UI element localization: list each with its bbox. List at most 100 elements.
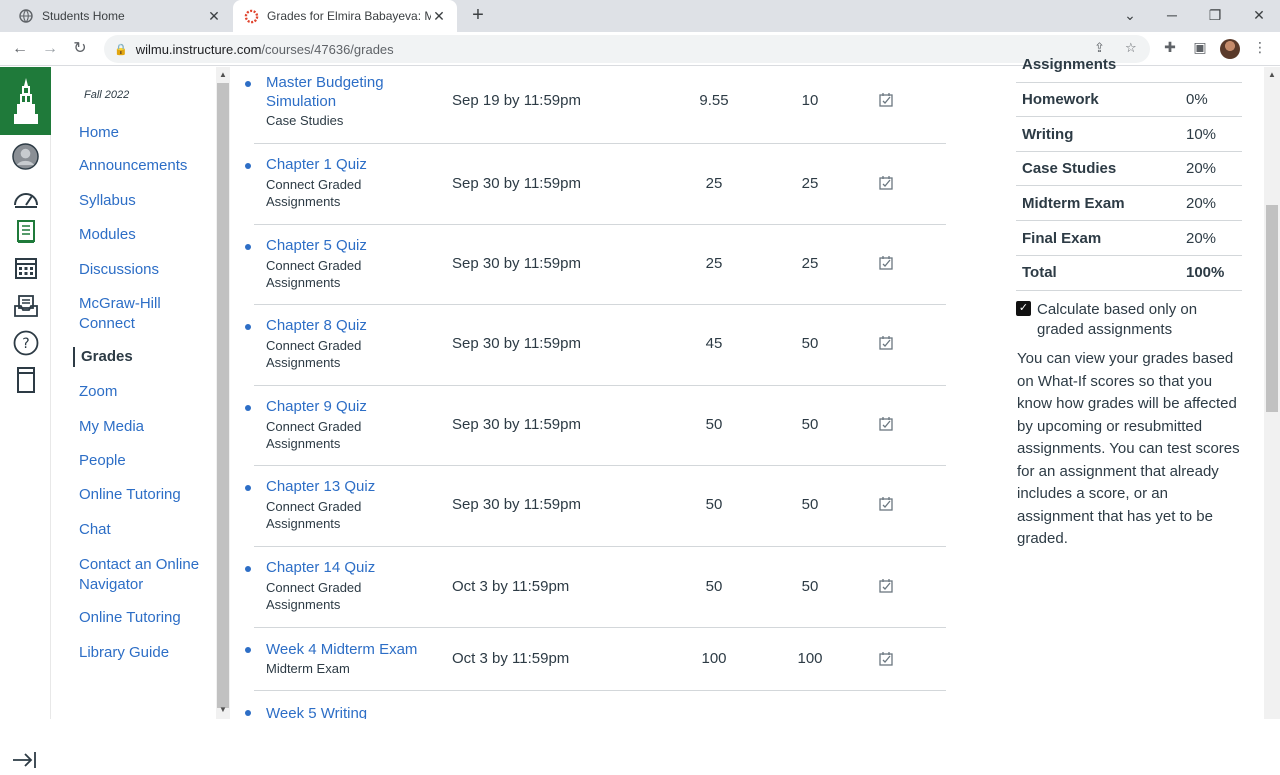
scroll-up-arrow-icon[interactable]: ▲ [1268,70,1276,79]
menu-icon[interactable]: ⋮ [1250,39,1270,59]
weight-group: Writing [1022,126,1074,143]
rubric-icon[interactable] [878,496,896,514]
inbox-icon[interactable] [12,292,39,319]
tab-grades[interactable]: Grades for Elmira Babayeva: Man ✕ [233,0,457,32]
dashboard-icon[interactable] [12,184,39,211]
share-icon[interactable]: ⇪ [1094,40,1105,56]
help-icon[interactable]: ? [12,329,39,356]
reload-button[interactable]: ↻ [68,37,92,61]
tablet-icon[interactable] [12,366,39,393]
course-nav-online-tutoring-2[interactable]: Online Tutoring [79,608,214,628]
address-bar[interactable]: 🔒 wilmu.instructure.com/courses/47636/gr… [104,35,1150,63]
assignment-link[interactable]: Week 5 Writing [266,704,436,719]
course-nav-people[interactable]: People [79,451,214,471]
restore-button[interactable]: ❐ [1200,4,1230,26]
course-nav-announcements[interactable]: Announcements [79,156,214,176]
points-possible: 50 [801,335,819,352]
unread-dot [245,485,251,491]
table-row: Chapter 8 Quiz Connect Graded Assignment… [245,305,946,386]
unread-dot [245,566,251,572]
course-nav-my-media[interactable]: My Media [79,417,214,437]
account-icon[interactable] [12,143,39,170]
course-nav-syllabus[interactable]: Syllabus [79,191,214,211]
tab-search-icon[interactable]: ⌄ [1115,4,1145,26]
rubric-icon[interactable] [878,175,896,193]
rubric-icon[interactable] [878,651,896,669]
scrollbar-thumb[interactable] [1266,205,1278,412]
rubric-icon[interactable] [878,335,896,353]
rubric-icon[interactable] [878,92,896,110]
course-nav-contact-online-navigator[interactable]: Contact an Online Navigator [79,555,214,595]
calculate-graded-label[interactable]: Calculate based only on graded assignmen… [1037,300,1242,340]
points-possible: 25 [801,255,819,272]
unread-dot [245,647,251,653]
rubric-icon[interactable] [878,255,896,273]
course-nav-home[interactable]: Home [79,123,214,143]
table-row: Chapter 5 Quiz Connect Graded Assignment… [245,225,946,305]
course-nav-online-tutoring[interactable]: Online Tutoring [79,485,214,505]
calendar-icon[interactable] [12,254,39,281]
assignment-link[interactable]: Chapter 9 Quiz [266,397,436,416]
course-nav-mcgraw-hill-connect[interactable]: McGraw-Hill Connect [79,294,214,334]
scroll-up-arrow-icon[interactable]: ▲ [219,70,227,79]
table-row: Week 4 Midterm Exam Midterm Exam Oct 3 b… [245,628,946,691]
globe-icon [18,8,34,24]
weight-row-writing: Writing 10% [1016,118,1242,152]
tab-students-home[interactable]: Students Home ✕ [8,0,232,32]
school-logo[interactable] [0,67,51,135]
close-tab-icon[interactable]: ✕ [431,8,447,25]
what-if-description: You can view your grades based on What-I… [1017,350,1240,547]
score: 50 [705,496,723,513]
assignment-link[interactable]: Chapter 8 Quiz [266,316,436,335]
assignment-group: Connect Graded Assignments [266,177,362,209]
scroll-down-arrow-icon[interactable]: ▼ [219,705,227,714]
course-nav-discussions[interactable]: Discussions [79,260,214,280]
assignment-link[interactable]: Chapter 13 Quiz [266,477,436,496]
new-tab-button[interactable]: + [466,4,490,28]
course-navigation: Fall 2022 Home Announcements Syllabus Mo… [51,67,216,719]
profile-avatar[interactable] [1220,39,1240,59]
calculate-graded-checkbox[interactable]: ✓ [1016,301,1031,316]
course-nav-modules[interactable]: Modules [79,225,214,245]
score: 45 [705,335,723,352]
score: 25 [705,175,723,192]
scrollbar-thumb[interactable] [217,83,229,708]
score: 9.55 [699,92,729,109]
close-window-button[interactable]: ✕ [1244,4,1274,26]
minimize-button[interactable]: ─ [1157,4,1187,26]
forward-button[interactable]: → [38,37,62,61]
weight-group: Total [1022,264,1057,281]
assignment-link[interactable]: Chapter 14 Quiz [266,558,436,577]
points-possible: 50 [801,578,819,595]
collapse-nav-icon[interactable] [12,750,38,775]
rubric-icon[interactable] [878,578,896,596]
svg-text:?: ? [22,336,29,352]
table-row: Week 5 Writing [245,691,946,719]
due-date: Sep 30 by 11:59pm [452,496,581,513]
assignment-group: Case Studies [266,113,344,128]
course-nav-zoom[interactable]: Zoom [79,382,214,402]
course-nav-chat[interactable]: Chat [79,520,214,540]
due-date: Sep 30 by 11:59pm [452,416,581,433]
due-date: Oct 3 by 11:59pm [452,650,570,667]
bookmark-star-icon[interactable]: ☆ [1125,40,1137,56]
global-navigation: ? [0,67,51,768]
page-scrollbar[interactable]: ▲ [1264,67,1280,719]
courses-icon[interactable] [12,218,39,245]
assignment-link[interactable]: Chapter 5 Quiz [266,236,436,255]
lock-icon: 🔒 [114,43,128,56]
weight-value: 10% [1186,126,1217,143]
assignment-link[interactable]: Week 4 Midterm Exam [266,640,456,659]
course-nav-scrollbar[interactable]: ▲ ▼ [216,67,230,719]
score: 100 [701,650,727,667]
close-tab-icon[interactable]: ✕ [206,8,222,25]
points-possible: 100 [797,650,823,667]
assignment-link[interactable]: Master Budgeting Simulation [266,73,436,111]
assignment-link[interactable]: Chapter 1 Quiz [266,155,436,174]
score: 25 [705,255,723,272]
course-nav-grades[interactable]: Grades [73,347,208,367]
points-possible: 10 [801,92,819,109]
course-nav-library-guide[interactable]: Library Guide [79,643,214,663]
rubric-icon[interactable] [878,416,896,434]
back-button[interactable]: ← [8,37,32,61]
